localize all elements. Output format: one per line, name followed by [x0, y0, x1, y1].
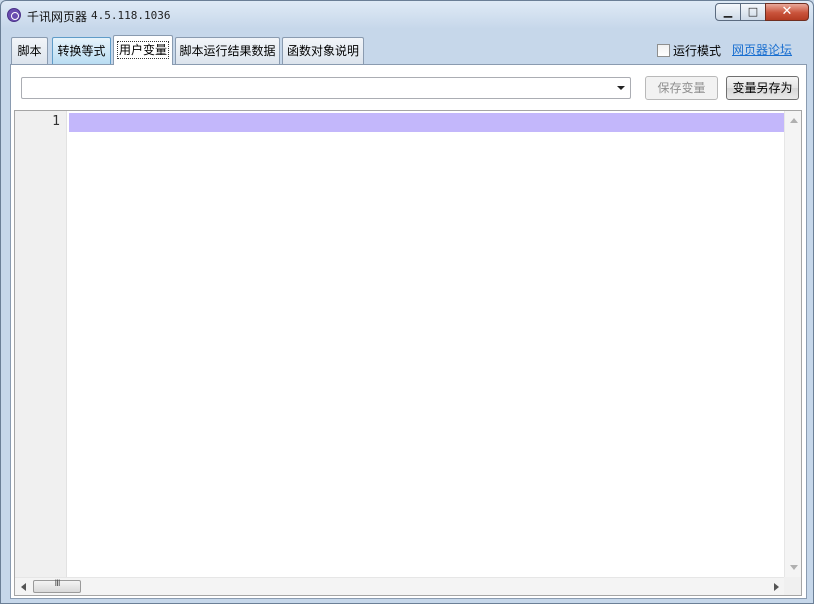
- close-icon: ✕: [781, 4, 793, 19]
- scrollbar-corner: [784, 577, 801, 595]
- maximize-icon: □: [747, 5, 759, 18]
- dropdown-arrow-icon: [617, 86, 625, 90]
- minimize-icon: ▁: [723, 5, 733, 18]
- save-variable-as-button[interactable]: 变量另存为: [726, 76, 799, 100]
- tab-script[interactable]: 脚本: [11, 37, 48, 65]
- tab-label: 脚本: [17, 44, 42, 58]
- variable-toolbar: 保存变量 变量另存为: [11, 65, 806, 109]
- scroll-right-icon[interactable]: [774, 583, 779, 591]
- scroll-down-icon[interactable]: [790, 565, 798, 570]
- scroll-left-icon[interactable]: [21, 583, 26, 591]
- run-mode-checkbox[interactable]: [657, 44, 670, 57]
- title-bar: 千讯网页器 4.5.118.1036 ▁ □ ✕: [1, 1, 813, 29]
- tab-function-object-docs[interactable]: 函数对象说明: [282, 37, 364, 65]
- tab-label: 函数对象说明: [286, 44, 359, 58]
- variable-select[interactable]: [21, 77, 631, 99]
- save-variable-button[interactable]: 保存变量: [645, 76, 718, 100]
- forum-link[interactable]: 网页器论坛: [732, 41, 792, 58]
- app-logo-icon: [7, 8, 21, 22]
- tab-convert-equation[interactable]: 转换等式: [52, 37, 111, 65]
- window-version: 4.5.118.1036: [91, 9, 171, 22]
- scroll-up-icon[interactable]: [790, 118, 798, 123]
- tab-script-run-results[interactable]: 脚本运行结果数据: [175, 37, 280, 65]
- window-title: 千讯网页器: [27, 10, 88, 24]
- close-button[interactable]: ✕: [765, 3, 809, 21]
- tab-label: 转换等式: [57, 44, 106, 58]
- code-editor[interactable]: 1 III: [14, 110, 802, 596]
- window-controls: ▁ □ ✕: [715, 3, 809, 21]
- horizontal-scroll-thumb[interactable]: III: [33, 579, 81, 593]
- tab-label: 用户变量: [116, 41, 170, 59]
- app-window: 千讯网页器 4.5.118.1036 ▁ □ ✕ 脚本 转换等式 用户变量 脚本…: [0, 0, 814, 604]
- vertical-scrollbar[interactable]: [784, 111, 801, 577]
- tab-user-variables[interactable]: 用户变量: [113, 35, 173, 65]
- horizontal-scrollbar[interactable]: III: [15, 577, 785, 595]
- line-number: 1: [52, 114, 60, 129]
- run-mode-control: 运行模式: [657, 42, 721, 59]
- user-variables-panel: 保存变量 变量另存为 1 III: [10, 64, 807, 599]
- current-line-highlight: [69, 113, 785, 132]
- line-number-gutter: 1: [15, 111, 67, 577]
- run-mode-label: 运行模式: [673, 44, 722, 58]
- minimize-button[interactable]: ▁: [715, 3, 741, 21]
- scroll-grip-icon: III: [54, 579, 61, 589]
- tab-label: 脚本运行结果数据: [179, 44, 276, 58]
- maximize-button[interactable]: □: [740, 3, 766, 21]
